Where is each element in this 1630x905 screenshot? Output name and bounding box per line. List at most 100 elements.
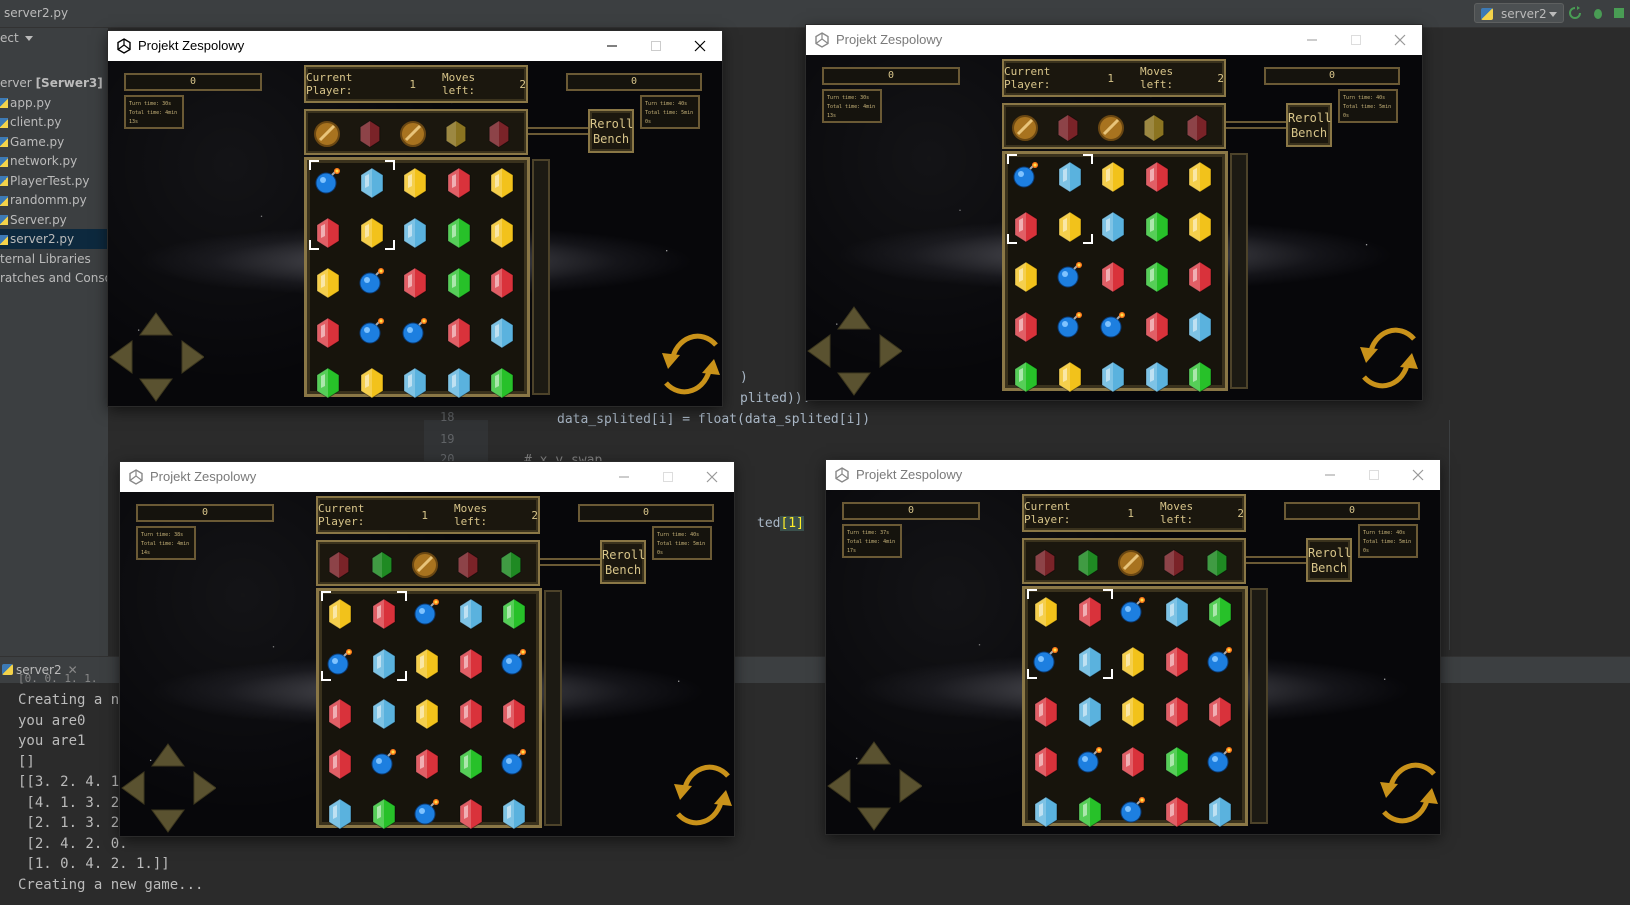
cyan-gem[interactable] — [1095, 207, 1131, 247]
green-gem[interactable] — [1182, 357, 1218, 397]
cyan-gem[interactable] — [397, 363, 433, 403]
red-gem[interactable] — [322, 744, 358, 784]
yellow-gem[interactable] — [1182, 157, 1218, 197]
yellow-gem[interactable] — [310, 263, 346, 303]
close-button[interactable] — [688, 35, 712, 57]
red-gem[interactable] — [322, 694, 358, 734]
red-gem[interactable] — [484, 263, 520, 303]
bench-gem[interactable] — [1073, 548, 1103, 578]
bench-gem[interactable] — [1116, 548, 1146, 578]
project-header[interactable]: ect — [0, 31, 33, 45]
red-gem[interactable] — [441, 163, 477, 203]
bomb-gem[interactable] — [1202, 742, 1238, 782]
red-gem[interactable] — [441, 313, 477, 353]
maximize-button[interactable] — [656, 466, 680, 488]
close-button[interactable] — [1406, 464, 1430, 486]
bomb-gem[interactable] — [496, 744, 532, 784]
bomb-gem[interactable] — [1115, 592, 1151, 632]
bench-gem[interactable] — [1202, 548, 1232, 578]
yellow-gem[interactable] — [1115, 642, 1151, 682]
coverage-icon[interactable] — [1612, 6, 1626, 20]
reroll-bench-button[interactable]: Reroll Bench — [600, 540, 646, 584]
red-gem[interactable] — [453, 794, 489, 834]
window-titlebar[interactable]: Projekt Zespolowy — [120, 462, 734, 492]
board-scrollbar[interactable] — [532, 159, 550, 395]
green-gem[interactable] — [310, 363, 346, 403]
red-gem[interactable] — [453, 644, 489, 684]
red-gem[interactable] — [1028, 742, 1064, 782]
cyan-gem[interactable] — [1028, 792, 1064, 832]
tree-item[interactable]: server2.py — [0, 229, 108, 249]
green-gem[interactable] — [1202, 592, 1238, 632]
bench-gem[interactable] — [367, 550, 397, 580]
red-gem[interactable] — [1095, 257, 1131, 297]
bench-gem[interactable] — [410, 550, 440, 580]
bench-gem[interactable] — [355, 119, 385, 149]
cyan-gem[interactable] — [1072, 692, 1108, 732]
bomb-gem[interactable] — [354, 263, 390, 303]
bench-gem[interactable] — [312, 119, 342, 149]
game-window[interactable]: Projekt Zespolowy 0 0 Turn time: 30s Total t… — [108, 31, 722, 406]
bomb-gem[interactable] — [1052, 257, 1088, 297]
rerun-icon[interactable] — [1568, 6, 1582, 20]
red-gem[interactable] — [1139, 307, 1175, 347]
bomb-gem[interactable] — [1072, 742, 1108, 782]
yellow-gem[interactable] — [1095, 157, 1131, 197]
green-gem[interactable] — [1139, 207, 1175, 247]
cyan-gem[interactable] — [1159, 592, 1195, 632]
gem-board[interactable] — [1022, 586, 1248, 828]
reroll-bench-button[interactable]: Reroll Bench — [1306, 538, 1352, 582]
reroll-bench-button[interactable]: Reroll Bench — [1286, 103, 1332, 147]
dpad-control[interactable] — [120, 740, 217, 836]
bench-gem[interactable] — [441, 119, 471, 149]
yellow-gem[interactable] — [1182, 207, 1218, 247]
cyan-gem[interactable] — [322, 794, 358, 834]
cyan-gem[interactable] — [1095, 357, 1131, 397]
red-gem[interactable] — [1159, 642, 1195, 682]
bomb-gem[interactable] — [1115, 792, 1151, 832]
red-gem[interactable] — [1008, 307, 1044, 347]
game-window[interactable]: Projekt Zespolowy 0 0 Turn time: 30s Total t… — [806, 25, 1422, 400]
board-scrollbar[interactable] — [1250, 588, 1268, 824]
window-titlebar[interactable]: Projekt Zespolowy — [108, 31, 722, 61]
red-gem[interactable] — [409, 744, 445, 784]
yellow-gem[interactable] — [1115, 692, 1151, 732]
bench-gem[interactable] — [1139, 113, 1169, 143]
close-button[interactable] — [1388, 29, 1412, 51]
yellow-gem[interactable] — [409, 644, 445, 684]
gem-board[interactable] — [304, 157, 530, 399]
red-gem[interactable] — [496, 694, 532, 734]
green-gem[interactable] — [366, 794, 402, 834]
bench-gem[interactable] — [324, 550, 354, 580]
bomb-gem[interactable] — [496, 644, 532, 684]
game-window[interactable]: Projekt Zespolowy 0 0 Turn time: 38s Total t… — [120, 462, 734, 836]
tree-item[interactable]: PlayerTest.py — [0, 171, 108, 191]
reroll-bench-button[interactable]: Reroll Bench — [588, 109, 634, 153]
tree-item[interactable]: client.py — [0, 112, 108, 132]
refresh-icon[interactable] — [1376, 752, 1440, 834]
bomb-gem[interactable] — [409, 794, 445, 834]
bench-gem[interactable] — [1159, 548, 1189, 578]
red-gem[interactable] — [1028, 692, 1064, 732]
cyan-gem[interactable] — [453, 594, 489, 634]
red-gem[interactable] — [1115, 742, 1151, 782]
green-gem[interactable] — [1008, 357, 1044, 397]
bench-gem[interactable] — [484, 119, 514, 149]
board-scrollbar[interactable] — [544, 590, 562, 826]
maximize-button[interactable] — [644, 35, 668, 57]
green-gem[interactable] — [1159, 742, 1195, 782]
gem-board[interactable] — [1002, 151, 1228, 393]
bench-gem[interactable] — [1182, 113, 1212, 143]
bench-gem[interactable] — [496, 550, 526, 580]
tree-item[interactable]: network.py — [0, 151, 108, 171]
game-canvas[interactable]: 0 0 Turn time: 30s Total time: 4min 13s Turn… — [108, 61, 722, 406]
cyan-gem[interactable] — [366, 694, 402, 734]
game-canvas[interactable]: 0 0 Turn time: 38s Total time: 4min 14s Turn… — [120, 492, 734, 836]
minimize-button[interactable] — [612, 466, 636, 488]
red-gem[interactable] — [1159, 692, 1195, 732]
cyan-gem[interactable] — [397, 213, 433, 253]
red-gem[interactable] — [1159, 792, 1195, 832]
minimize-button[interactable] — [1300, 29, 1324, 51]
bench-gem[interactable] — [453, 550, 483, 580]
cyan-gem[interactable] — [1182, 307, 1218, 347]
